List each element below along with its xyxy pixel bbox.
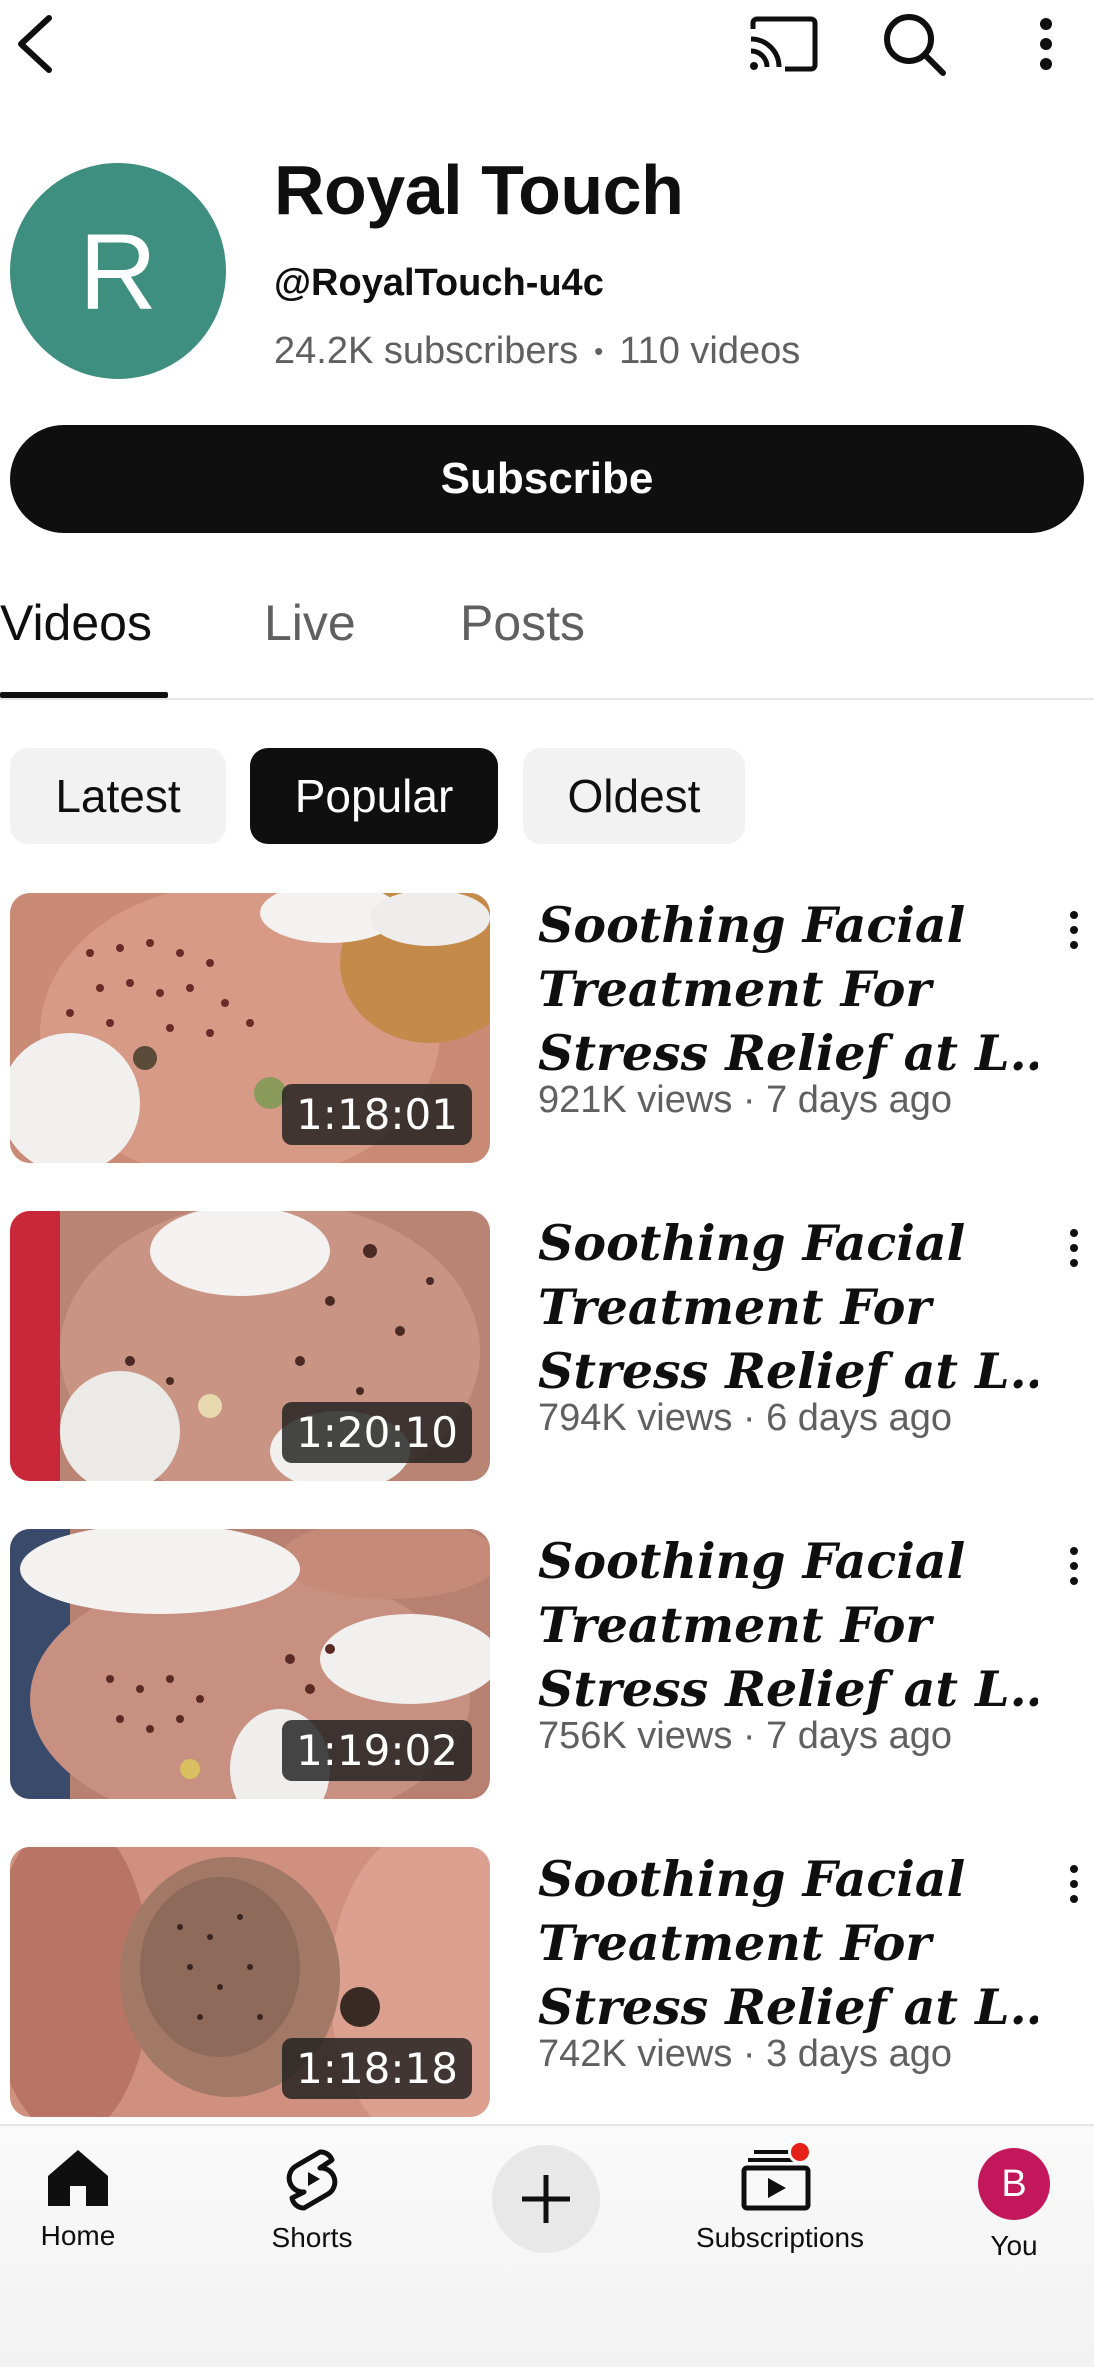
- tab-videos[interactable]: Videos: [0, 594, 152, 684]
- video-meta: 742K views · 3 days ago: [538, 2033, 953, 2075]
- nav-subscriptions[interactable]: Subscriptions: [690, 2140, 870, 2276]
- video-thumbnail[interactable]: 1:20:10: [10, 1211, 490, 1481]
- video-title-line: Stress Relief at L…: [538, 1024, 1038, 1082]
- video-item[interactable]: 1:19:02 Soothing Facial Treatment For St…: [0, 1529, 1094, 1799]
- video-item[interactable]: 1:18:01 Soothing Facial Treatment For St…: [0, 893, 1094, 1163]
- nav-home-label: Home: [40, 2220, 116, 2251]
- nav-shorts-label: Shorts: [271, 2222, 353, 2253]
- tab-live[interactable]: Live: [264, 594, 356, 684]
- notification-dot: [788, 2140, 812, 2164]
- filter-chip-oldest[interactable]: Oldest: [523, 748, 745, 844]
- top-app-bar: [0, 0, 1094, 90]
- plus-icon: [522, 2175, 570, 2223]
- user-avatar-letter: B: [1001, 2162, 1027, 2205]
- channel-name: Royal Touch: [274, 151, 684, 229]
- tab-posts[interactable]: Posts: [460, 594, 585, 684]
- video-thumbnail[interactable]: 1:18:01: [10, 893, 490, 1163]
- video-title[interactable]: Soothing Facial Treatment For Stress Rel…: [538, 893, 1038, 1085]
- video-title-line: Treatment For: [538, 1278, 932, 1336]
- nav-shorts[interactable]: Shorts: [222, 2146, 402, 2276]
- filter-chip-popular[interactable]: Popular: [250, 748, 498, 844]
- more-vert-icon[interactable]: [1016, 8, 1076, 80]
- bottom-navigation: Home Shorts Subscriptions B You: [0, 2124, 1094, 2367]
- more-vert-icon[interactable]: [1054, 895, 1094, 965]
- video-item[interactable]: 1:18:18 Soothing Facial Treatment For St…: [0, 1847, 1094, 2117]
- video-count: 110 videos: [619, 330, 801, 372]
- nav-you[interactable]: B You: [924, 2146, 1094, 2276]
- search-icon[interactable]: [876, 8, 952, 80]
- channel-handle: @RoyalTouch-u4c: [274, 262, 604, 304]
- video-duration: 1:20:10: [282, 1402, 472, 1463]
- video-thumbnail[interactable]: 1:18:18: [10, 1847, 490, 2117]
- home-icon: [48, 2150, 108, 2206]
- video-title-line: Soothing Facial: [538, 1532, 966, 1590]
- video-duration: 1:18:18: [282, 2038, 472, 2099]
- video-meta: 794K views · 6 days ago: [538, 1397, 953, 1439]
- channel-avatar-letter: R: [79, 210, 157, 332]
- video-title-line: Stress Relief at L…: [538, 1342, 1038, 1400]
- more-vert-icon[interactable]: [1054, 1213, 1094, 1283]
- channel-stats: 24.2K subscribers • 110 videos: [274, 330, 800, 373]
- video-title[interactable]: Soothing Facial Treatment For Stress Rel…: [538, 1211, 1038, 1403]
- filter-chip-latest[interactable]: Latest: [10, 748, 226, 844]
- video-title-line: Soothing Facial: [538, 1214, 966, 1272]
- video-title[interactable]: Soothing Facial Treatment For Stress Rel…: [538, 1847, 1038, 2039]
- nav-subscriptions-label: Subscriptions: [695, 2222, 865, 2253]
- stats-separator: •: [594, 336, 604, 366]
- video-title-line: Treatment For: [538, 1914, 932, 1972]
- video-title[interactable]: Soothing Facial Treatment For Stress Rel…: [538, 1529, 1038, 1721]
- subscriber-count: 24.2K subscribers: [274, 330, 579, 372]
- video-thumbnail[interactable]: 1:19:02: [10, 1529, 490, 1799]
- video-title-line: Stress Relief at L…: [538, 1978, 1038, 2036]
- video-item[interactable]: 1:20:10 Soothing Facial Treatment For St…: [0, 1211, 1094, 1481]
- video-title-line: Soothing Facial: [538, 896, 966, 954]
- channel-tabs: Videos Live Posts: [0, 580, 1094, 700]
- user-avatar: B: [978, 2148, 1050, 2220]
- video-meta: 921K views · 7 days ago: [538, 1079, 953, 1121]
- video-title-line: Stress Relief at L…: [538, 1660, 1038, 1718]
- subscribe-button[interactable]: Subscribe: [10, 425, 1084, 533]
- more-vert-icon[interactable]: [1054, 1531, 1094, 1601]
- video-title-line: Soothing Facial: [538, 1850, 966, 1908]
- video-duration: 1:18:01: [282, 1084, 472, 1145]
- video-duration: 1:19:02: [282, 1720, 472, 1781]
- shorts-icon: [286, 2149, 338, 2211]
- tab-active-indicator: [0, 692, 168, 698]
- more-vert-icon[interactable]: [1054, 1849, 1094, 1919]
- video-meta: 756K views · 7 days ago: [538, 1715, 953, 1757]
- video-title-line: Treatment For: [538, 1596, 932, 1654]
- channel-avatar[interactable]: R: [10, 163, 226, 379]
- back-arrow-icon[interactable]: [6, 8, 64, 80]
- create-button[interactable]: [492, 2145, 600, 2253]
- nav-home[interactable]: Home: [0, 2146, 168, 2276]
- video-title-line: Treatment For: [538, 960, 932, 1018]
- nav-you-label: You: [990, 2230, 1038, 2261]
- cast-icon[interactable]: [742, 10, 824, 78]
